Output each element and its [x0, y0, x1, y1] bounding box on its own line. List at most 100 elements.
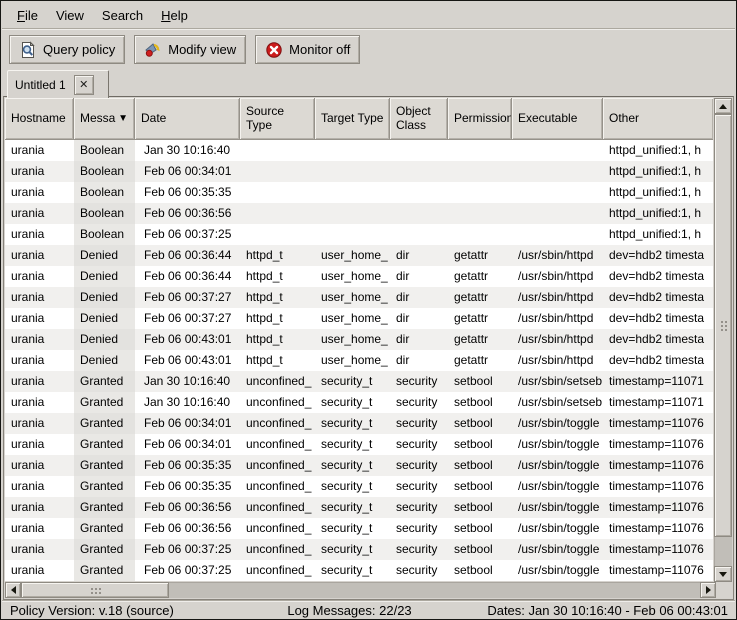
table-cell: urania — [5, 140, 74, 161]
table-cell: Boolean — [74, 224, 135, 245]
table-cell: dir — [390, 287, 448, 308]
tab-untitled-1[interactable]: Untitled 1 ✕ — [7, 70, 109, 98]
scroll-right-button[interactable] — [700, 582, 716, 598]
tab-bar: Untitled 1 ✕ — [2, 69, 735, 97]
table-row[interactable]: uraniaDeniedFeb 06 00:37:27httpd_tuser_h… — [5, 308, 713, 329]
table-row[interactable]: uraniaGrantedFeb 06 00:36:56unconfined_s… — [5, 497, 713, 518]
table-cell: security — [390, 476, 448, 497]
table-cell: Granted — [74, 455, 135, 476]
table-cell: Jan 30 10:16:40 — [135, 392, 240, 413]
menu-help[interactable]: Help — [152, 4, 197, 27]
modify-view-button[interactable]: Modify view — [134, 35, 246, 64]
table-cell: unconfined_ — [240, 497, 315, 518]
table-cell — [512, 182, 603, 203]
table-cell: Denied — [74, 245, 135, 266]
column-header-object-class[interactable]: Object Class — [390, 98, 448, 140]
table-row[interactable]: uraniaGrantedFeb 06 00:37:25unconfined_s… — [5, 539, 713, 560]
table-cell: /usr/sbin/httpd — [512, 329, 603, 350]
table-row[interactable]: uraniaDeniedFeb 06 00:43:01httpd_tuser_h… — [5, 329, 713, 350]
table-cell: urania — [5, 392, 74, 413]
dates-status: Dates: Jan 30 10:16:40 - Feb 06 00:43:01 — [487, 603, 728, 618]
table-cell: setbool — [448, 434, 512, 455]
table-cell: security — [390, 455, 448, 476]
table-cell: security_t — [315, 392, 390, 413]
log-view: Hostname Messa ▼ Date Source Type Target… — [3, 96, 734, 600]
table-cell — [315, 140, 390, 161]
table-row[interactable]: uraniaGrantedFeb 06 00:35:35unconfined_s… — [5, 455, 713, 476]
table-row[interactable]: uraniaBooleanFeb 06 00:35:35httpd_unifie… — [5, 182, 713, 203]
scrollbar-grip — [720, 320, 727, 331]
tab-close-button[interactable]: ✕ — [74, 75, 94, 95]
table-cell: dir — [390, 266, 448, 287]
table-cell: Feb 06 00:37:25 — [135, 224, 240, 245]
menu-file[interactable]: File — [8, 4, 47, 27]
table-row[interactable]: uraniaGrantedFeb 06 00:34:01unconfined_s… — [5, 413, 713, 434]
scroll-left-button[interactable] — [5, 582, 21, 598]
table-row[interactable]: uraniaGrantedJan 30 10:16:40unconfined_s… — [5, 371, 713, 392]
table-cell — [390, 224, 448, 245]
table-cell: dir — [390, 350, 448, 371]
document-search-icon — [19, 41, 37, 59]
scroll-down-button[interactable] — [714, 566, 732, 582]
column-header-permission[interactable]: Permission — [448, 98, 512, 140]
table-row[interactable]: uraniaGrantedJan 30 10:16:40unconfined_s… — [5, 392, 713, 413]
table-row[interactable]: uraniaDeniedFeb 06 00:37:27httpd_tuser_h… — [5, 287, 713, 308]
table-cell: Jan 30 10:16:40 — [135, 371, 240, 392]
table-row[interactable]: uraniaGrantedFeb 06 00:34:01unconfined_s… — [5, 434, 713, 455]
table-cell: urania — [5, 287, 74, 308]
table-cell: user_home_ — [315, 350, 390, 371]
table-row[interactable]: uraniaBooleanFeb 06 00:37:25httpd_unifie… — [5, 224, 713, 245]
table-row[interactable]: uraniaGrantedFeb 06 00:36:56unconfined_s… — [5, 518, 713, 539]
table-row[interactable]: uraniaDeniedFeb 06 00:43:01httpd_tuser_h… — [5, 350, 713, 371]
modify-view-label: Modify view — [168, 42, 236, 57]
table-cell: setbool — [448, 392, 512, 413]
table-row[interactable]: uraniaDeniedFeb 06 00:36:44httpd_tuser_h… — [5, 266, 713, 287]
table-row[interactable]: uraniaBooleanFeb 06 00:36:56httpd_unifie… — [5, 203, 713, 224]
table-cell: httpd_t — [240, 266, 315, 287]
column-header-source-type[interactable]: Source Type — [240, 98, 315, 140]
table-cell: Feb 06 00:36:44 — [135, 266, 240, 287]
menu-search[interactable]: Search — [93, 4, 152, 27]
horizontal-scrollbar[interactable] — [5, 582, 716, 598]
monitor-off-button[interactable]: Monitor off — [255, 35, 360, 64]
table-cell: /usr/sbin/httpd — [512, 350, 603, 371]
table-row[interactable]: uraniaGrantedFeb 06 00:35:35unconfined_s… — [5, 476, 713, 497]
table-cell: httpd_unified:1, h — [603, 140, 713, 161]
table-cell — [448, 140, 512, 161]
table-cell — [315, 203, 390, 224]
column-header-hostname[interactable]: Hostname — [5, 98, 74, 140]
table-row[interactable]: uraniaBooleanFeb 06 00:34:01httpd_unifie… — [5, 161, 713, 182]
query-policy-button[interactable]: Query policy — [9, 35, 125, 64]
table-cell: urania — [5, 308, 74, 329]
table-cell — [390, 182, 448, 203]
table-row[interactable]: uraniaBooleanJan 30 10:16:40httpd_unifie… — [5, 140, 713, 161]
table-cell: /usr/sbin/toggle — [512, 497, 603, 518]
table-cell: Feb 06 00:37:25 — [135, 560, 240, 581]
scroll-up-button[interactable] — [714, 98, 732, 114]
column-header-target-type[interactable]: Target Type — [315, 98, 390, 140]
table-row[interactable]: uraniaGrantedFeb 06 00:37:25unconfined_s… — [5, 560, 713, 581]
table-cell: dev=hdb2 timesta — [603, 329, 713, 350]
vertical-scrollbar[interactable] — [714, 98, 732, 582]
table-cell: timestamp=11076 — [603, 413, 713, 434]
arrow-up-icon — [719, 104, 727, 109]
table-cell: timestamp=11076 — [603, 539, 713, 560]
vertical-scrollbar-thumb[interactable] — [714, 114, 732, 537]
table-cell: timestamp=11076 — [603, 497, 713, 518]
column-header-executable[interactable]: Executable — [512, 98, 603, 140]
table-cell: urania — [5, 371, 74, 392]
column-header-date[interactable]: Date — [135, 98, 240, 140]
column-header-other[interactable]: Other — [603, 98, 713, 140]
table-cell: user_home_ — [315, 287, 390, 308]
horizontal-scrollbar-thumb[interactable] — [21, 582, 169, 598]
table-row[interactable]: uraniaDeniedFeb 06 00:36:44httpd_tuser_h… — [5, 245, 713, 266]
column-header-message[interactable]: Messa ▼ — [74, 98, 135, 140]
table-cell — [512, 203, 603, 224]
log-table-body: urania Boolean Jan 30 10:16:40 httpd_unifie… — [5, 140, 713, 581]
table-cell: dir — [390, 329, 448, 350]
table-cell: security_t — [315, 476, 390, 497]
table-cell — [512, 140, 603, 161]
table-cell: unconfined_ — [240, 476, 315, 497]
table-cell: dir — [390, 245, 448, 266]
menu-view[interactable]: View — [47, 4, 93, 27]
